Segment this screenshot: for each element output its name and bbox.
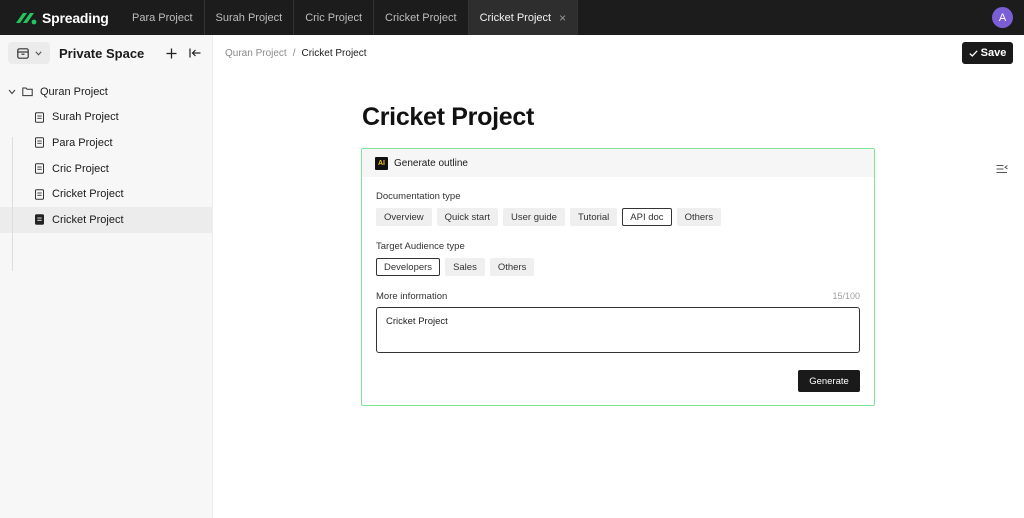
- outline-header: AI Generate outline: [362, 149, 874, 177]
- tree-item-label: Quran Project: [40, 85, 108, 98]
- breadcrumb-parent[interactable]: Quran Project: [225, 48, 287, 59]
- tree-guide-line: [12, 137, 13, 271]
- document-icon: [35, 163, 44, 174]
- archive-icon: [16, 47, 29, 59]
- doc-type-user-guide[interactable]: User guide: [503, 208, 565, 226]
- tab-cric-project[interactable]: Cric Project: [294, 0, 375, 35]
- tab-label: Cricket Project: [385, 11, 457, 24]
- page-title: Cricket Project: [362, 103, 534, 131]
- doc-type-api-doc[interactable]: API doc: [622, 208, 672, 226]
- breadcrumb: Quran Project / Cricket Project: [225, 48, 367, 59]
- avatar-initial: A: [998, 11, 1007, 24]
- breadcrumb-current: Cricket Project: [301, 48, 367, 59]
- generate-outline-panel: AI Generate outline Documentation type O…: [361, 148, 875, 406]
- chevron-down-icon[interactable]: [8, 89, 16, 95]
- document-filled-icon: [35, 214, 44, 225]
- main-content: Quran Project / Cricket Project Save Cri…: [214, 35, 1024, 518]
- chevron-down-icon: [34, 50, 42, 56]
- close-icon[interactable]: ×: [559, 11, 566, 25]
- spreading-logo-icon: [16, 12, 37, 24]
- audience-label: Target Audience type: [376, 241, 465, 252]
- tab-bar: Para Project Surah Project Cric Project …: [121, 0, 579, 35]
- more-info-label: More information: [376, 291, 448, 302]
- space-title: Private Space: [59, 45, 145, 61]
- tree-item-label: Cric Project: [52, 162, 109, 175]
- tab-label: Cricket Project: [479, 11, 552, 24]
- page-tree: Quran Project Surah Project Para Project…: [0, 79, 212, 233]
- tab-label: Para Project: [132, 11, 193, 24]
- doc-type-tutorial[interactable]: Tutorial: [569, 208, 618, 226]
- ai-icon: AI: [375, 156, 388, 170]
- tab-surah-project[interactable]: Surah Project: [205, 0, 295, 35]
- tree-item-label: Cricket Project: [52, 213, 124, 226]
- tree-item-para-project[interactable]: Para Project: [0, 130, 212, 156]
- save-label: Save: [980, 47, 1007, 59]
- avatar[interactable]: A: [992, 7, 1013, 28]
- doc-type-label: Documentation type: [376, 191, 461, 202]
- tree-item-quran-project[interactable]: Quran Project: [0, 79, 212, 105]
- check-icon: [968, 49, 978, 57]
- doc-type-quick-start[interactable]: Quick start: [436, 208, 498, 226]
- more-info-input[interactable]: Cricket Project: [376, 307, 860, 353]
- tree-item-label: Cricket Project: [52, 188, 124, 201]
- generate-button[interactable]: Generate: [798, 370, 860, 392]
- sidebar: Private Space Quran Project Surah Projec…: [0, 35, 213, 518]
- tree-item-surah-project[interactable]: Surah Project: [0, 105, 212, 131]
- doc-type-overview[interactable]: Overview: [376, 208, 432, 226]
- outline-title: Generate outline: [394, 157, 468, 169]
- space-switcher[interactable]: [8, 42, 50, 64]
- tree-item-label: Surah Project: [52, 111, 119, 124]
- audience-others[interactable]: Others: [489, 258, 535, 276]
- doc-type-options: Overview Quick start User guide Tutorial…: [376, 208, 722, 226]
- tree-item-cricket-project-selected[interactable]: Cricket Project: [0, 206, 212, 233]
- doc-type-others[interactable]: Others: [676, 208, 722, 226]
- outline-toggle-icon[interactable]: [996, 163, 1008, 175]
- tab-cricket-project[interactable]: Cricket Project: [374, 0, 469, 35]
- breadcrumb-separator: /: [292, 48, 296, 59]
- audience-developers[interactable]: Developers: [376, 258, 441, 276]
- tree-item-label: Para Project: [52, 136, 113, 149]
- tree-item-cricket-project[interactable]: Cricket Project: [0, 181, 212, 207]
- tab-label: Surah Project: [215, 11, 283, 24]
- tab-cricket-project-active[interactable]: Cricket Project ×: [468, 0, 579, 35]
- tree-item-cric-project[interactable]: Cric Project: [0, 156, 212, 182]
- brand[interactable]: Spreading: [0, 0, 120, 35]
- tab-label: Cric Project: [305, 11, 363, 24]
- top-bar: Spreading Para Project Surah Project Cri…: [0, 0, 1024, 35]
- document-icon: [35, 188, 44, 200]
- character-counter: 15/100: [832, 291, 860, 301]
- document-icon: [35, 137, 44, 149]
- tab-para-project[interactable]: Para Project: [121, 0, 205, 35]
- document-icon: [35, 112, 44, 123]
- audience-options: Developers Sales Others: [376, 258, 535, 276]
- space-header: Private Space: [0, 35, 212, 71]
- add-icon[interactable]: [162, 44, 180, 62]
- folder-icon: [22, 87, 33, 97]
- save-button[interactable]: Save: [962, 42, 1013, 64]
- brand-name: Spreading: [42, 9, 109, 26]
- audience-sales[interactable]: Sales: [445, 258, 485, 276]
- collapse-sidebar-icon[interactable]: [186, 44, 204, 62]
